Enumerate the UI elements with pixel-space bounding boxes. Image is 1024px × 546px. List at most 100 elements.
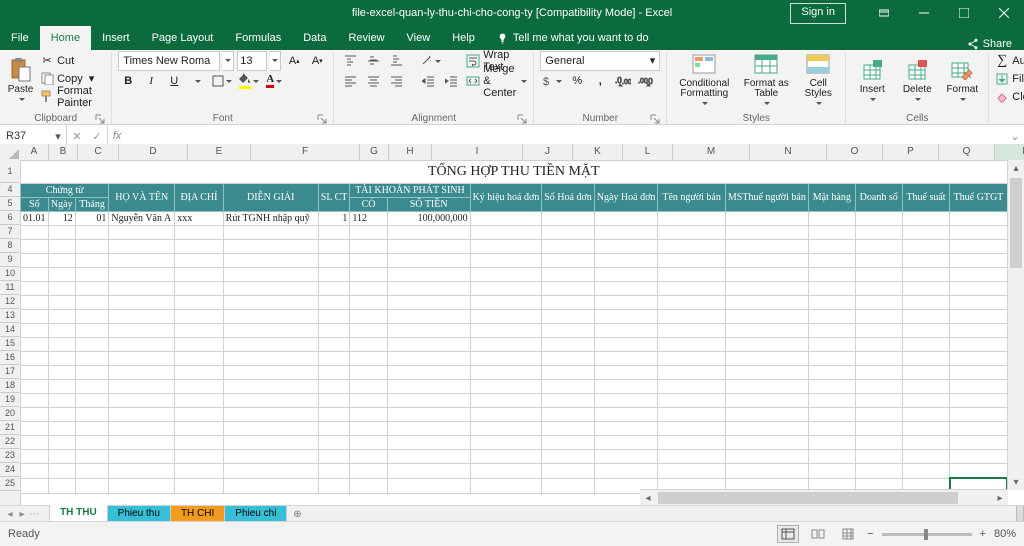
tab-formulas[interactable]: Formulas — [224, 26, 292, 50]
increase-decimal-icon[interactable]: .0.00 — [613, 72, 633, 89]
tab-view[interactable]: View — [396, 26, 442, 50]
border-button[interactable] — [210, 72, 234, 89]
row-headers[interactable]: 145678910111213141516171819202122232425 — [0, 160, 21, 506]
scroll-left-icon[interactable]: ◂ — [640, 490, 656, 506]
tab-file[interactable]: File — [0, 26, 40, 50]
insert-cells-button[interactable]: Insert — [852, 52, 892, 106]
percent-format-icon[interactable]: % — [567, 72, 587, 89]
dialog-launcher-icon[interactable] — [95, 114, 105, 124]
zoom-in-icon[interactable]: + — [980, 528, 986, 540]
tab-help[interactable]: Help — [441, 26, 486, 50]
zoom-out-icon[interactable]: − — [867, 528, 873, 540]
column-headers[interactable]: ABCDEFGHIJKLMNOPQR — [20, 144, 1008, 161]
cancel-formula-icon[interactable]: ✕ — [67, 130, 87, 143]
orientation-icon[interactable] — [418, 52, 443, 69]
expand-formula-bar-icon[interactable]: ⌄ — [1006, 130, 1024, 143]
select-all-corner[interactable] — [0, 144, 21, 161]
cell-styles-button[interactable]: Cell Styles — [797, 52, 839, 106]
format-as-table-button[interactable]: Format as Table — [740, 52, 792, 106]
font-size-select[interactable]: 13 — [237, 51, 267, 71]
decrease-indent-icon[interactable] — [418, 72, 438, 89]
svg-text:.00: .00 — [622, 79, 631, 86]
format-cells-icon — [949, 57, 975, 83]
tab-nav-prev-icon[interactable]: ◂ — [4, 509, 16, 520]
tab-split-handle[interactable] — [1016, 506, 1024, 522]
font-name-select[interactable]: Times New Roma — [118, 51, 220, 71]
clear-button[interactable]: Clear — [995, 88, 1024, 105]
font-color-button[interactable]: A — [264, 72, 284, 89]
autosum-button[interactable]: ∑AutoSum — [995, 52, 1024, 69]
sign-in-button[interactable]: Sign in — [790, 3, 846, 24]
paste-button[interactable]: Paste — [6, 52, 35, 106]
underline-dropdown[interactable] — [187, 72, 207, 89]
tab-review[interactable]: Review — [337, 26, 395, 50]
worksheet: ABCDEFGHIJKLMNOPQR 145678910111213141516… — [0, 144, 1024, 506]
scroll-right-icon[interactable]: ▸ — [992, 490, 1008, 506]
fill-button[interactable]: Fill — [995, 70, 1024, 87]
align-bottom-icon[interactable] — [386, 52, 406, 69]
page-break-view-icon[interactable] — [837, 525, 859, 543]
cut-button[interactable]: ✂Cut — [40, 52, 105, 69]
decrease-font-icon[interactable]: A▾ — [307, 52, 327, 69]
tab-data[interactable]: Data — [292, 26, 337, 50]
align-middle-icon[interactable] — [363, 52, 383, 69]
maximize-icon[interactable] — [944, 0, 984, 26]
accounting-format-icon[interactable]: $ — [540, 72, 564, 89]
scroll-down-icon[interactable]: ▾ — [1008, 474, 1024, 490]
group-clipboard: Paste ✂Cut Copy ▾ Format Painter Clipboa… — [0, 52, 112, 124]
format-cells-button[interactable]: Format — [942, 52, 982, 106]
share-button[interactable]: Share — [967, 38, 1024, 50]
fill-color-button[interactable] — [237, 72, 261, 89]
increase-indent-icon[interactable] — [441, 72, 461, 89]
increase-font-icon[interactable]: A▴ — [284, 52, 304, 69]
copy-icon — [40, 72, 54, 86]
align-left-icon[interactable] — [340, 72, 360, 89]
dialog-launcher-icon[interactable] — [650, 114, 660, 124]
conditional-formatting-button[interactable]: Conditional Formatting — [673, 52, 735, 106]
tab-insert[interactable]: Insert — [91, 26, 141, 50]
delete-cells-button[interactable]: Delete — [897, 52, 937, 106]
close-icon[interactable] — [984, 0, 1024, 26]
tell-me[interactable]: Tell me what you want to do — [486, 26, 660, 50]
align-center-icon[interactable] — [363, 72, 383, 89]
font-name-dropdown[interactable] — [223, 51, 234, 71]
scroll-up-icon[interactable]: ▴ — [1008, 160, 1024, 176]
normal-view-icon[interactable] — [777, 525, 799, 543]
dialog-launcher-icon[interactable] — [317, 114, 327, 124]
cells-grid[interactable]: TỔNG HỢP THU TIỀN MẶTChứng từHỌ VÀ TÊNĐỊ… — [20, 160, 1008, 490]
zoom-slider-thumb[interactable] — [924, 529, 928, 540]
sheet-tab-phieu-chi[interactable]: Phieu chi — [224, 506, 287, 522]
tab-page-layout[interactable]: Page Layout — [141, 26, 225, 50]
vertical-scroll-thumb[interactable] — [1010, 178, 1022, 268]
page-layout-view-icon[interactable] — [807, 525, 829, 543]
ribbon-options-icon[interactable] — [864, 0, 904, 26]
cell-styles-icon — [805, 52, 831, 78]
bold-button[interactable]: B — [118, 72, 138, 89]
tab-home[interactable]: Home — [40, 26, 91, 50]
italic-button[interactable]: I — [141, 72, 161, 89]
align-top-icon[interactable] — [340, 52, 360, 69]
new-sheet-icon[interactable]: ⊕ — [287, 509, 307, 520]
decrease-decimal-icon[interactable]: .00.0 — [636, 72, 656, 89]
merge-center-button[interactable]: Merge & Center — [466, 72, 527, 89]
zoom-level[interactable]: 80% — [994, 528, 1016, 540]
tab-nav-menu-icon[interactable]: ⋯ — [28, 509, 40, 520]
horizontal-scrollbar[interactable]: ◂ ▸ — [640, 489, 1008, 506]
minimize-icon[interactable] — [904, 0, 944, 26]
sheet-tab-phieu-thu[interactable]: Phieu thu — [107, 506, 171, 522]
sheet-tab-th-chi[interactable]: TH CHI — [170, 506, 225, 522]
group-number: General▾ $ % , .0.00 .00.0 Number — [534, 52, 667, 124]
vertical-scrollbar[interactable]: ▴ ▾ — [1007, 160, 1024, 490]
font-size-dropdown[interactable] — [270, 51, 281, 71]
comma-format-icon[interactable]: , — [590, 72, 610, 89]
zoom-slider[interactable] — [882, 533, 972, 536]
align-right-icon[interactable] — [386, 72, 406, 89]
tab-nav-next-icon[interactable]: ▸ — [16, 509, 28, 520]
horizontal-scroll-thumb[interactable] — [658, 492, 958, 504]
format-painter-button[interactable]: Format Painter — [40, 88, 105, 105]
dialog-launcher-icon[interactable] — [517, 114, 527, 124]
format-painter-icon — [40, 90, 54, 104]
enter-formula-icon[interactable]: ✓ — [87, 130, 107, 143]
underline-button[interactable]: U — [164, 72, 184, 89]
number-format-select[interactable]: General▾ — [540, 51, 660, 71]
